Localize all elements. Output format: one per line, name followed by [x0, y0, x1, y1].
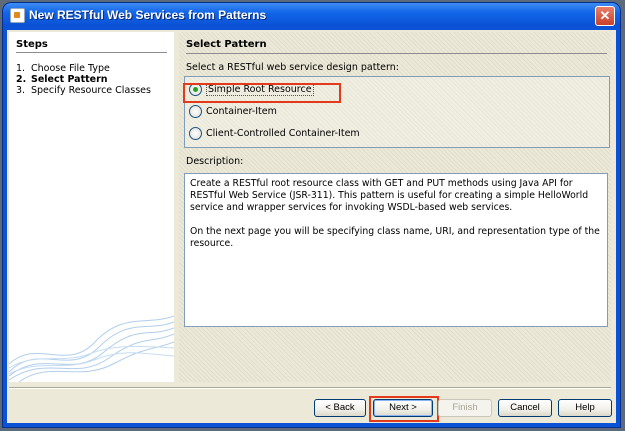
description-paragraph: On the next page you will be specifying …	[190, 226, 600, 249]
description-label: Description:	[186, 156, 244, 167]
back-button[interactable]: < Back	[314, 399, 366, 417]
decorative-wave-graphic	[9, 315, 174, 382]
step-choose-file-type: 1. Choose File Type	[16, 63, 110, 74]
option-label: Client-Controlled Container-Item	[206, 127, 360, 139]
close-button[interactable]: ✕	[595, 6, 615, 26]
steps-heading: Steps	[16, 39, 48, 50]
help-button[interactable]: Help	[558, 399, 612, 417]
select-pattern-pane: Select Pattern Select a RESTful web serv…	[179, 32, 611, 382]
option-label: Container-Item	[206, 105, 277, 117]
steps-divider	[16, 52, 167, 53]
pattern-prompt: Select a RESTful web service design patt…	[186, 62, 399, 73]
step-number: 3.	[16, 85, 26, 96]
title-bar[interactable]: New RESTful Web Services from Patterns ✕	[3, 3, 620, 27]
option-client-controlled-container-item[interactable]: Client-Controlled Container-Item	[189, 124, 360, 142]
dialog-window: New RESTful Web Services from Patterns ✕…	[3, 3, 620, 427]
steps-pane: Steps 1. Choose File Type 2. Select Patter…	[9, 32, 174, 382]
netbeans-icon	[10, 8, 25, 23]
finish-button: Finish	[438, 399, 492, 417]
window-title: New RESTful Web Services from Patterns	[29, 8, 267, 22]
step-number: 2.	[16, 74, 27, 85]
step-specify-resource-classes: 3. Specify Resource Classes	[16, 85, 151, 96]
panel-title: Select Pattern	[186, 39, 267, 50]
radio-button[interactable]	[189, 104, 202, 118]
step-number: 1.	[16, 63, 26, 74]
button-bar-separator	[9, 387, 611, 388]
option-container-item[interactable]: Container-Item	[189, 102, 277, 120]
highlight-annotation-option	[183, 83, 341, 103]
step-label: Select Pattern	[31, 74, 108, 85]
description-text-area: Create a RESTful root resource class wit…	[184, 173, 608, 327]
radio-button[interactable]	[189, 126, 202, 140]
step-select-pattern: 2. Select Pattern	[16, 74, 108, 85]
cancel-button[interactable]: Cancel	[498, 399, 552, 417]
highlight-annotation-next	[369, 396, 439, 422]
step-label: Specify Resource Classes	[31, 85, 151, 96]
dialog-client-area: Steps 1. Choose File Type 2. Select Patter…	[7, 30, 616, 423]
description-paragraph: Create a RESTful root resource class wit…	[190, 178, 589, 213]
panel-divider	[186, 53, 607, 54]
step-label: Choose File Type	[31, 63, 110, 74]
